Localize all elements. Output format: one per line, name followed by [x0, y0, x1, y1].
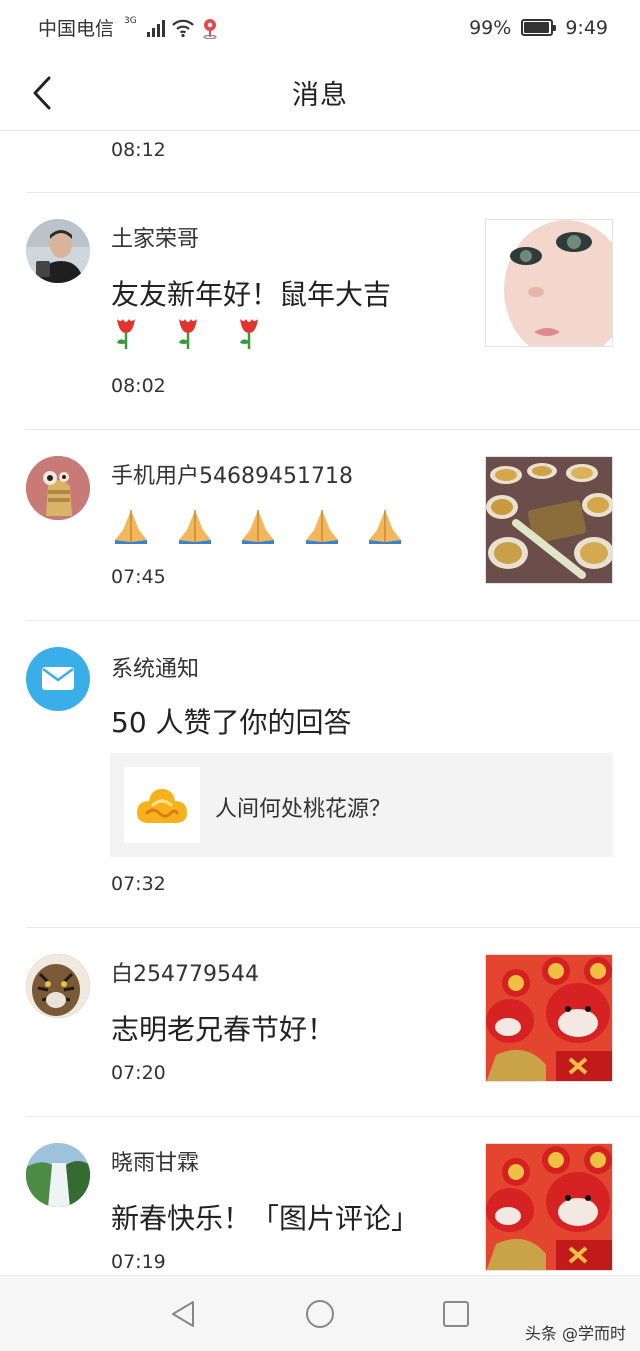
system-nav-bar: 头条 @学而时 [0, 1275, 640, 1351]
message-thumbnail[interactable] [485, 456, 613, 584]
praying-hands-icon [178, 510, 211, 544]
user-name[interactable]: 手机用户54689451718 [111, 458, 353, 490]
baby-face-image-icon [486, 220, 612, 346]
user-name[interactable]: 土家荣哥 [111, 221, 199, 253]
message-thumbnail[interactable] [485, 219, 613, 347]
carrier-name: 中国电信 [38, 18, 115, 40]
list-item[interactable]: 晓雨甘霖 新春快乐！「图片评论」 07:19 [0, 1117, 640, 1275]
wifi-icon [171, 19, 194, 37]
message-time: 07:20 [111, 1062, 166, 1084]
status-bar: 中国电信 3G 99% 9:49 [0, 0, 640, 55]
avatar-person-icon [26, 219, 90, 283]
food-dishes-image-icon [486, 457, 612, 583]
ref-title: 人间何处桃花源？ [215, 797, 392, 822]
list-item[interactable]: 手机用户54689451718 07:45 [0, 430, 640, 621]
triangle-back-icon [172, 1301, 194, 1327]
message-time: 07:32 [111, 873, 166, 895]
chevron-left-icon [33, 76, 51, 110]
message-time: 07:45 [111, 566, 166, 588]
tulip-icon [117, 319, 135, 349]
message-time: 08:02 [111, 375, 166, 397]
message-time: 07:19 [111, 1251, 166, 1273]
user-name[interactable]: 晓雨甘霖 [111, 1145, 199, 1177]
square-recents-icon [443, 1301, 469, 1327]
tulip-icon [178, 319, 197, 349]
clock: 9:49 [565, 16, 608, 39]
avatar[interactable] [26, 456, 90, 520]
message-text: 新春快乐！「图片评论」 [111, 1202, 420, 1235]
user-name[interactable]: 白254779544 [111, 956, 259, 988]
message-list[interactable]: 08:12 土家荣哥 友友新年好！鼠年大吉 08:02 手机用户54689451… [0, 131, 640, 1275]
avatar-tiger-icon [26, 954, 90, 1018]
watermark: 头条 @学而时 [524, 1324, 626, 1343]
praying-hands-icon [369, 510, 402, 544]
emoji-text [111, 313, 264, 361]
avatar-waterfall-icon [26, 1143, 90, 1207]
ref-thumbnail [124, 767, 200, 843]
signal-icon [146, 19, 165, 37]
nav-back-button[interactable] [167, 1298, 199, 1330]
network-type: 3G [124, 15, 137, 26]
red-mouse-dolls-image-icon [486, 1144, 612, 1270]
nav-recents-button[interactable] [440, 1298, 472, 1330]
message-text: 友友新年好！鼠年大吉 [111, 278, 392, 311]
message-thumbnail[interactable] [485, 954, 613, 1082]
red-mouse-dolls-image-icon [486, 955, 612, 1081]
avatar[interactable] [26, 219, 90, 283]
avatar[interactable] [26, 1143, 90, 1207]
nav-bar: 消息 [0, 55, 640, 131]
circle-home-icon [306, 1300, 334, 1328]
message-text: 50 人赞了你的回答 [111, 706, 352, 739]
list-item[interactable]: 系统通知 50 人赞了你的回答 人间何处桃花源？ 07:32 [0, 621, 640, 928]
message-thumbnail[interactable] [485, 1143, 613, 1271]
praying-hands-icon [242, 510, 275, 544]
avatar[interactable] [26, 954, 90, 1018]
referenced-answer-card[interactable]: 人间何处桃花源？ [110, 753, 613, 857]
list-item[interactable]: 土家荣哥 友友新年好！鼠年大吉 08:02 [0, 193, 640, 430]
battery-percent: 99% [469, 16, 512, 39]
mail-icon [42, 667, 74, 690]
nav-home-button[interactable] [304, 1298, 336, 1330]
message-text: 志明老兄春节好！ [111, 1013, 336, 1046]
emoji-text [111, 506, 405, 554]
system-avatar[interactable] [26, 647, 90, 711]
praying-hands-icon [115, 510, 147, 544]
list-item[interactable]: 08:12 [0, 131, 640, 193]
tulip-icon [240, 319, 259, 349]
list-item[interactable]: 白254779544 志明老兄春节好！ 07:20 [0, 928, 640, 1117]
praying-hands-icon [305, 510, 338, 544]
location-icon [203, 18, 217, 39]
avatar-cartoon-icon [26, 456, 90, 520]
back-button[interactable] [22, 73, 62, 113]
user-name[interactable]: 系统通知 [111, 651, 199, 683]
cloud-logo-icon [137, 789, 187, 823]
battery-icon [521, 19, 557, 36]
page-title: 消息 [292, 80, 348, 111]
message-time: 08:12 [111, 139, 166, 161]
